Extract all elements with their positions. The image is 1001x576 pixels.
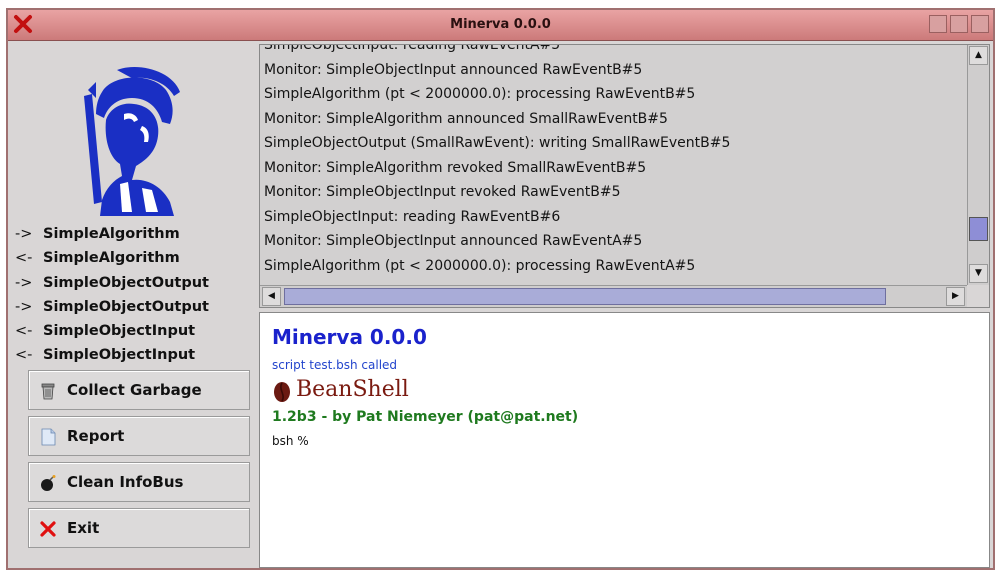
connection-item: -> SimpleObjectOutput [15,298,209,315]
report-label: Report [67,427,125,445]
horizontal-scroll-thumb[interactable] [284,288,886,305]
coffee-bean-icon [274,382,290,402]
scroll-left-arrow-icon[interactable]: ◀ [262,287,281,306]
log-line: SimpleAlgorithm (pt < 2000000.0): proces… [264,86,696,102]
event-log: SimpleObjectInput: reading RawEventA#5 M… [260,44,967,278]
log-line: Monitor: SimpleObjectInput announced Raw… [264,61,643,78]
connection-item: <- SimpleAlgorithm [15,250,180,267]
scroll-down-arrow-icon[interactable]: ▼ [969,264,988,283]
log-line: Monitor: SimpleAlgorithm revoked SmallRa… [264,159,647,176]
log-line: SimpleObjectInput: reading RawEventB#6 [264,208,561,225]
scroll-up-arrow-icon[interactable]: ▲ [969,46,988,65]
connection-item: <- SimpleObjectInput [15,347,196,364]
window-title: Minerva 0.0.0 [450,17,551,32]
connection-item: -> SimpleObjectOutput [15,274,209,291]
maximize-button[interactable] [950,15,968,33]
beanshell-console[interactable]: Minerva 0.0.0 script test.bsh called Bea… [259,312,990,568]
report-button[interactable]: Report [28,416,250,456]
log-line: SimpleObjectInput: reading RawEventA#5 [264,44,561,53]
beanshell-logo-text: BeanShell [296,377,409,402]
close-button[interactable] [971,15,989,33]
connection-item: -> SimpleAlgorithm [15,226,180,242]
clean-infobus-label: Clean InfoBus [67,473,184,491]
log-line: SimpleAlgorithm (pt < 2000000.0): proces… [264,257,696,274]
title-bar[interactable]: Minerva 0.0.0 [8,10,993,41]
console-version: 1.2b3 - by Pat Niemeyer (pat@pat.net) [272,409,579,425]
vertical-scroll-thumb[interactable] [969,217,988,241]
scrollbar-corner [967,285,989,307]
exit-button[interactable]: Exit [28,508,250,548]
exit-label: Exit [67,519,100,537]
log-line: Monitor: SimpleObjectInput revoked RawEv… [264,184,621,200]
horizontal-scrollbar[interactable]: ◀ ▶ [260,285,968,307]
main-window: Minerva 0.0.0 -> SimpleAlgorithm <- Simple… [6,8,995,570]
connection-item: <- SimpleObjectInput [15,323,196,340]
bomb-icon [41,475,56,491]
collect-garbage-label: Collect Garbage [67,381,202,399]
trash-can-icon [41,383,55,400]
console-prompt[interactable]: bsh % [272,434,309,448]
minimize-button[interactable] [929,15,947,33]
event-log-panel[interactable]: SimpleObjectInput: reading RawEventA#5 M… [259,44,990,308]
clean-infobus-button[interactable]: Clean InfoBus [28,462,250,502]
collect-garbage-button[interactable]: Collect Garbage [28,370,250,410]
scroll-right-arrow-icon[interactable]: ▶ [946,287,965,306]
red-x-icon [40,521,56,537]
vertical-scrollbar[interactable]: ▲ ▼ [967,45,989,285]
console-subtitle: script test.bsh called [272,358,398,372]
console-title: Minerva 0.0.0 [272,325,427,349]
minerva-logo [84,66,180,216]
left-panel: -> SimpleAlgorithm <- SimpleAlgorithm -> Si… [12,44,254,568]
log-line: Monitor: SimpleAlgorithm announced Small… [264,110,668,127]
log-line: SimpleObjectOutput (SmallRawEvent): writ… [264,135,731,151]
log-line: Monitor: SimpleObjectInput announced Raw… [264,233,643,249]
connection-list: -> SimpleAlgorithm <- SimpleAlgorithm -> Si… [15,222,255,368]
document-icon [41,428,56,446]
